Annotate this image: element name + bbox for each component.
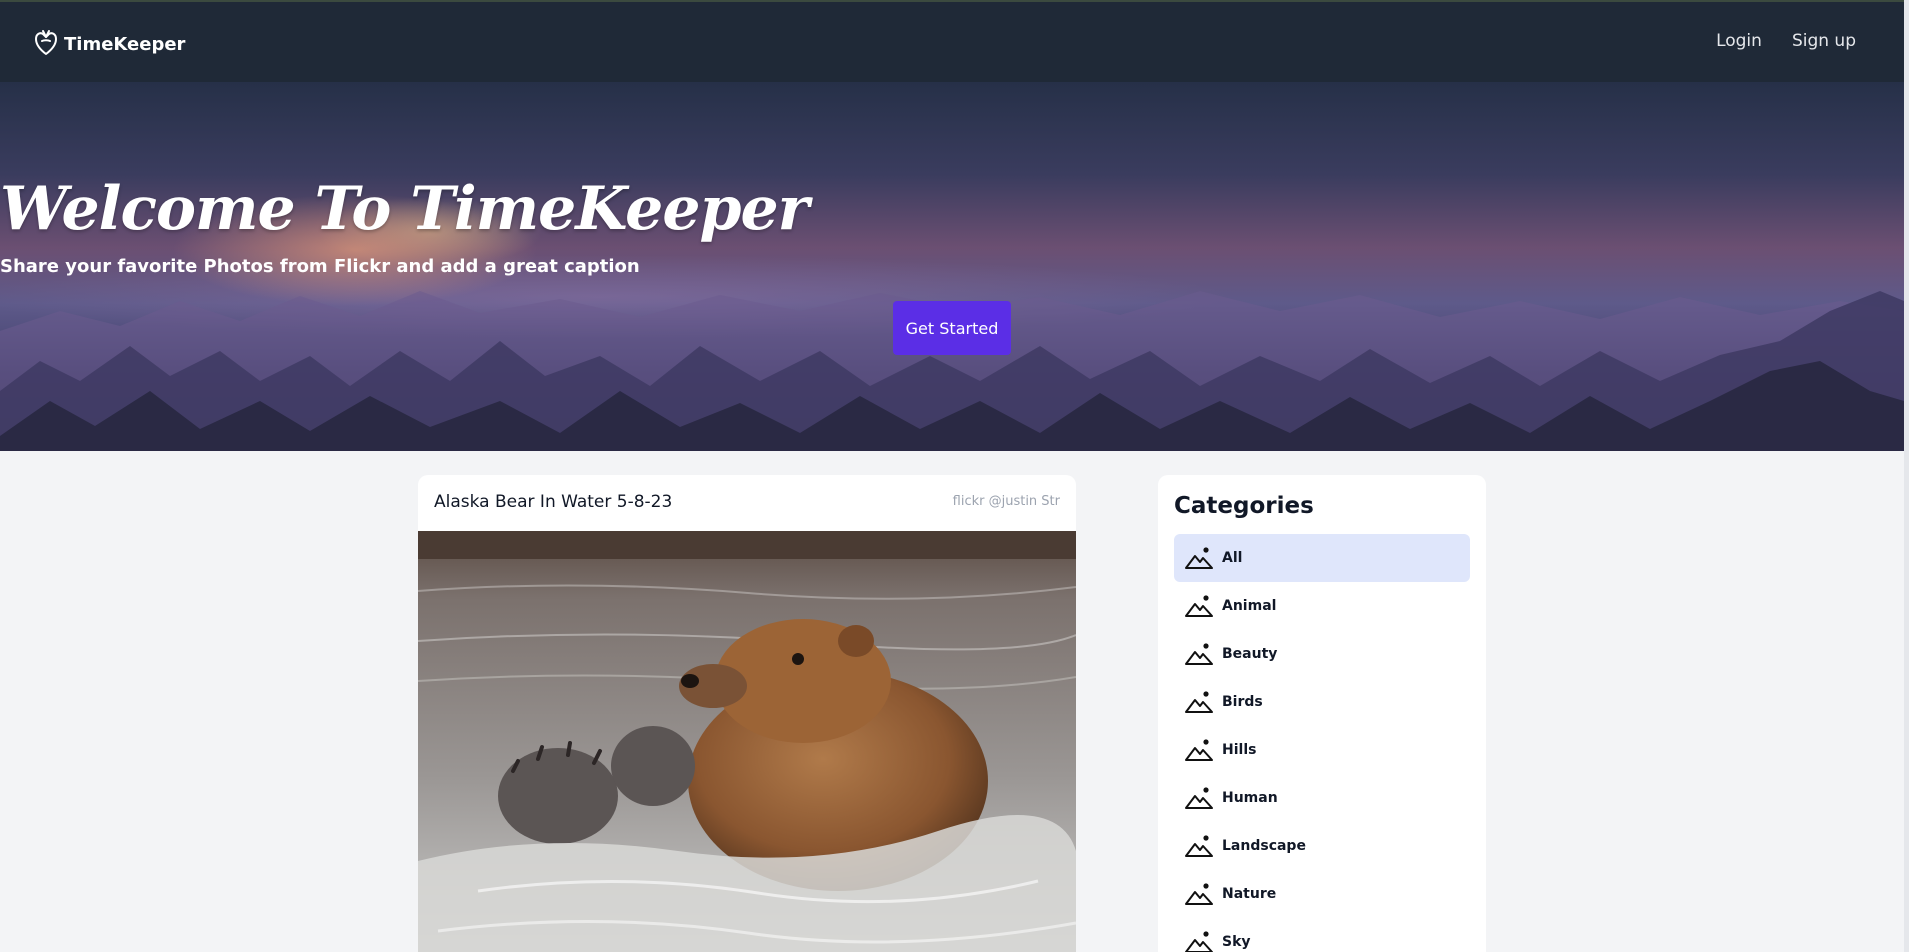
get-started-button[interactable]: Get Started bbox=[893, 301, 1011, 355]
mountain-icon bbox=[1185, 691, 1213, 713]
post-title: Alaska Bear In Water 5-8-23 bbox=[434, 492, 673, 512]
categories-title: Categories bbox=[1174, 493, 1314, 519]
signup-link[interactable]: Sign up bbox=[1792, 31, 1856, 51]
brand[interactable]: TimeKeeper bbox=[34, 28, 185, 60]
mountain-icon bbox=[1185, 883, 1213, 905]
post-card[interactable]: Alaska Bear In Water 5-8-23 flickr @just… bbox=[418, 475, 1076, 952]
bear-in-water-photo[interactable] bbox=[418, 531, 1076, 952]
mountain-icon bbox=[1185, 739, 1213, 761]
hero-banner: Welcome To TimeKeeper Share your favorit… bbox=[0, 82, 1904, 451]
categories-list: All Animal Beauty Birds Hills Human Land… bbox=[1174, 534, 1470, 952]
mountain-icon bbox=[1185, 931, 1213, 952]
post-source[interactable]: flickr @justin Str bbox=[953, 494, 1060, 509]
category-item-birds[interactable]: Birds bbox=[1174, 678, 1470, 726]
category-label: Human bbox=[1222, 790, 1278, 806]
category-label: Hills bbox=[1222, 742, 1257, 758]
hero-title: Welcome To TimeKeeper bbox=[0, 174, 809, 244]
category-label: Animal bbox=[1222, 598, 1277, 614]
brand-name: TimeKeeper bbox=[64, 33, 186, 55]
category-item-animal[interactable]: Animal bbox=[1174, 582, 1470, 630]
categories-panel: Categories All Animal Beauty Birds Hills bbox=[1158, 475, 1486, 952]
category-item-beauty[interactable]: Beauty bbox=[1174, 630, 1470, 678]
category-label: Landscape bbox=[1222, 838, 1306, 854]
category-item-all[interactable]: All bbox=[1174, 534, 1470, 582]
page-scrollbar[interactable] bbox=[1904, 0, 1909, 952]
mountain-icon bbox=[1185, 547, 1213, 569]
category-item-nature[interactable]: Nature bbox=[1174, 870, 1470, 918]
category-label: Sky bbox=[1222, 934, 1251, 950]
category-label: Beauty bbox=[1222, 646, 1278, 662]
category-item-landscape[interactable]: Landscape bbox=[1174, 822, 1470, 870]
mountain-icon bbox=[1185, 643, 1213, 665]
navbar: TimeKeeper Login Sign up bbox=[0, 0, 1904, 82]
mountain-icon bbox=[1185, 787, 1213, 809]
category-item-sky[interactable]: Sky bbox=[1174, 918, 1470, 952]
nav-links: Login Sign up bbox=[1716, 31, 1856, 51]
mountain-icon bbox=[1185, 835, 1213, 857]
category-label: Birds bbox=[1222, 694, 1263, 710]
heart-leaf-logo-icon bbox=[34, 28, 58, 60]
category-label: Nature bbox=[1222, 886, 1277, 902]
hero-subtitle: Share your favorite Photos from Flickr a… bbox=[0, 256, 640, 277]
category-label: All bbox=[1222, 550, 1243, 566]
mountain-icon bbox=[1185, 595, 1213, 617]
post-header: Alaska Bear In Water 5-8-23 flickr @just… bbox=[418, 475, 1076, 531]
category-item-human[interactable]: Human bbox=[1174, 774, 1470, 822]
page: TimeKeeper Login Sign up Welcome To Time… bbox=[0, 0, 1909, 952]
login-link[interactable]: Login bbox=[1716, 31, 1762, 51]
category-item-hills[interactable]: Hills bbox=[1174, 726, 1470, 774]
